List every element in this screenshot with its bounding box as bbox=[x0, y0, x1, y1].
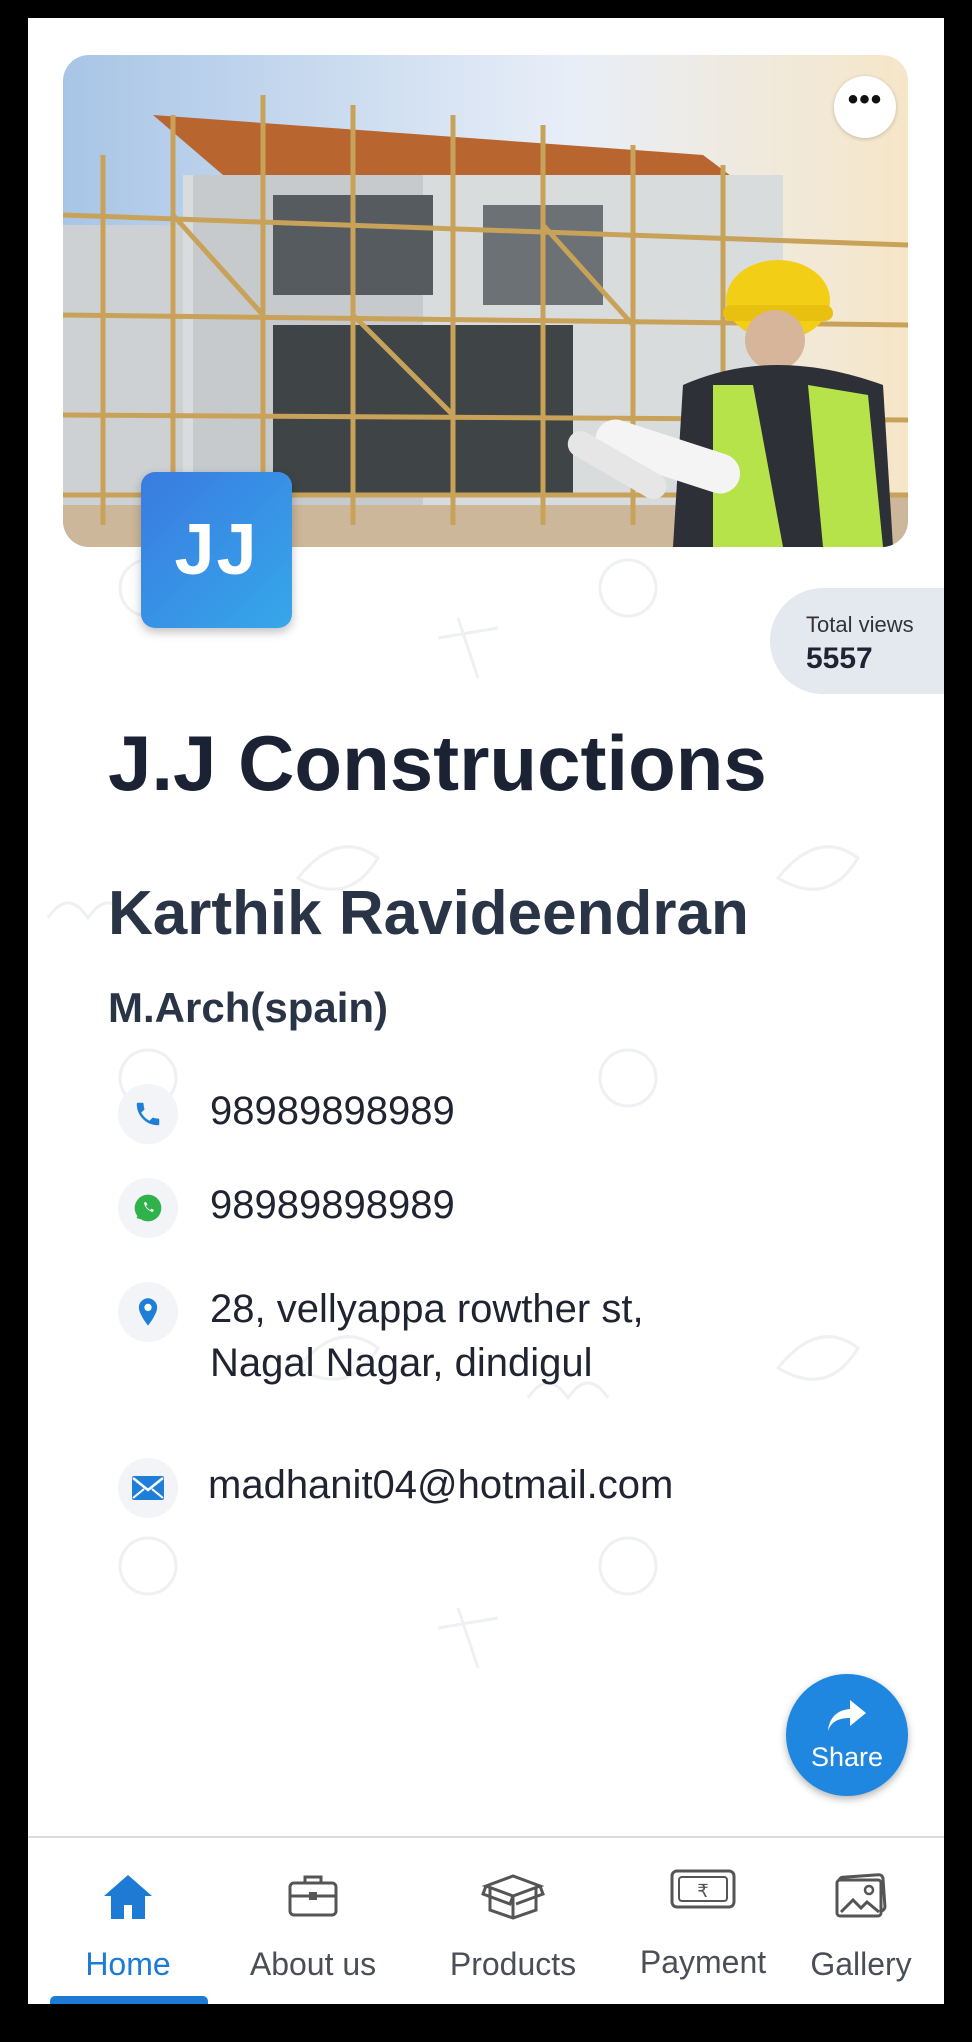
nav-label-products: Products bbox=[449, 1946, 577, 1982]
share-label: Share bbox=[810, 1742, 884, 1772]
phone-icon bbox=[118, 1084, 178, 1144]
nav-label-gallery: Gallery bbox=[810, 1946, 912, 1982]
ellipsis-icon: ••• bbox=[847, 83, 883, 116]
logo-initials: JJ bbox=[174, 510, 259, 590]
nav-label-home: Home bbox=[85, 1946, 171, 1982]
total-views-value: 5557 bbox=[806, 642, 873, 675]
whatsapp-contact[interactable]: 98989898989 bbox=[118, 1178, 455, 1238]
mail-icon bbox=[118, 1458, 178, 1518]
rupee-note-icon: ₹ bbox=[670, 1869, 736, 1909]
nav-item-products[interactable]: Products bbox=[408, 1838, 618, 2004]
active-tab-indicator bbox=[50, 1996, 208, 2004]
nav-item-payment[interactable]: ₹ Payment bbox=[603, 1838, 803, 2004]
nav-label-payment: Payment bbox=[639, 1944, 767, 1980]
home-icon bbox=[104, 1875, 152, 1919]
whatsapp-icon bbox=[118, 1178, 178, 1238]
share-arrow-icon bbox=[828, 1700, 866, 1731]
total-views-badge: Total views 5557 bbox=[770, 588, 944, 694]
address-line-2: Nagal Nagar, dindigul bbox=[210, 1341, 593, 1385]
person-name: Karthik Ravideendran bbox=[108, 879, 749, 948]
location-pin-icon bbox=[118, 1282, 178, 1342]
email-address: madhanit04@hotmail.com bbox=[208, 1463, 674, 1507]
qualification: M.Arch(spain) bbox=[108, 984, 389, 1031]
phone-contact[interactable]: 98989898989 bbox=[118, 1084, 455, 1144]
app-screen: ••• JJ Total views 5557 J.J Construction… bbox=[28, 18, 944, 2004]
briefcase-icon bbox=[288, 1875, 338, 1917]
nav-item-about-us[interactable]: About us bbox=[218, 1838, 408, 2004]
phone-number: 98989898989 bbox=[210, 1089, 455, 1133]
nav-label-about-us: About us bbox=[249, 1946, 377, 1982]
more-options-button[interactable]: ••• bbox=[834, 76, 896, 138]
company-logo: JJ bbox=[141, 472, 292, 628]
bottom-navigation: Home About us Products ₹ Payment Gallery bbox=[28, 1836, 944, 2004]
company-name: J.J Constructions bbox=[108, 719, 767, 807]
address-line-1: 28, vellyappa rowther st, bbox=[210, 1287, 644, 1331]
share-button[interactable]: Share bbox=[786, 1674, 908, 1796]
address-contact[interactable]: 28, vellyappa rowther st, Nagal Nagar, d… bbox=[118, 1282, 644, 1390]
email-contact[interactable]: madhanit04@hotmail.com bbox=[118, 1458, 673, 1518]
whatsapp-number: 98989898989 bbox=[210, 1183, 455, 1227]
nav-item-home[interactable]: Home bbox=[28, 1838, 228, 2004]
svg-text:₹: ₹ bbox=[697, 1881, 708, 1902]
address-text: 28, vellyappa rowther st, Nagal Nagar, d… bbox=[210, 1282, 644, 1390]
nav-item-gallery[interactable]: Gallery bbox=[778, 1838, 944, 2004]
box-icon bbox=[481, 1874, 545, 1920]
image-icon bbox=[835, 1873, 887, 1918]
total-views-label: Total views bbox=[806, 612, 914, 637]
